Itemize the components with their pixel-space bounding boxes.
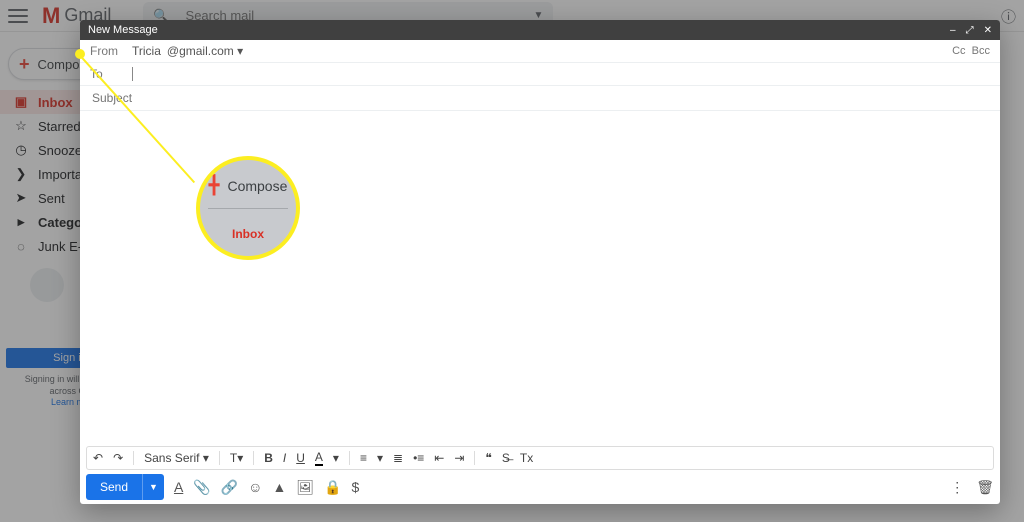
to-input[interactable] xyxy=(132,67,990,81)
subject-input[interactable] xyxy=(90,90,990,106)
indent-decrease-icon[interactable]: ⇤ xyxy=(434,451,444,465)
compose-title: New Message xyxy=(88,24,158,36)
text-color-icon[interactable]: A xyxy=(315,450,323,466)
redo-icon[interactable]: ↷ xyxy=(113,451,123,465)
undo-icon[interactable]: ↶ xyxy=(93,451,103,465)
align-icon[interactable]: ≡ xyxy=(360,451,367,465)
quote-icon[interactable]: ❝ xyxy=(485,451,491,465)
expand-icon[interactable]: ⤢ xyxy=(966,25,974,36)
font-family-select[interactable]: Sans Serif ▾ xyxy=(144,451,209,465)
send-bar: Send ▼ A 📎 🔗 ☺ ▲ 🖼 🔒 $ ⋮ 🗑 xyxy=(80,470,1000,504)
indent-increase-icon[interactable]: ⇥ xyxy=(454,451,464,465)
strikethrough-icon[interactable]: S̶ xyxy=(502,451,510,465)
attach-icon[interactable]: 📎 xyxy=(193,479,210,496)
numbered-list-icon[interactable]: ≣ xyxy=(393,451,403,465)
subject-row[interactable] xyxy=(80,86,1000,110)
drive-icon[interactable]: ▲ xyxy=(272,479,286,495)
close-icon[interactable]: ✕ xyxy=(984,25,992,36)
confidential-icon[interactable]: 🔒 xyxy=(324,479,341,496)
callout-anchor-dot xyxy=(75,49,85,59)
to-row[interactable]: To xyxy=(80,63,1000,86)
bold-icon[interactable]: B xyxy=(264,451,273,465)
photo-icon[interactable]: 🖼 xyxy=(296,479,314,496)
cc-link[interactable]: Cc xyxy=(952,45,965,57)
formatting-icon[interactable]: A xyxy=(174,479,183,495)
send-options-dropdown[interactable]: ▼ xyxy=(142,474,164,500)
emoji-icon[interactable]: ☺ xyxy=(248,479,262,495)
callout-zoom-circle: ╋ Compose Inbox xyxy=(196,156,300,260)
send-button[interactable]: Send ▼ xyxy=(86,474,164,500)
money-icon[interactable]: $ xyxy=(352,479,360,495)
from-row[interactable]: From Tricia @gmail.com ▾ Cc Bcc xyxy=(80,40,1000,63)
bulleted-list-icon[interactable]: •≡ xyxy=(413,451,424,465)
minimize-icon[interactable]: – xyxy=(950,25,956,36)
link-icon[interactable]: 🔗 xyxy=(221,479,238,496)
font-size-icon[interactable]: T▾ xyxy=(230,451,243,465)
compose-body[interactable] xyxy=(80,111,1000,446)
underline-icon[interactable]: U xyxy=(296,451,305,465)
formatting-toolbar: ↶ ↷ Sans Serif ▾ T▾ B I U A▾ ≡▾ ≣ •≡ ⇤ ⇥… xyxy=(86,446,994,470)
compose-titlebar[interactable]: New Message – ⤢ ✕ xyxy=(80,20,1000,40)
more-options-icon[interactable]: ⋮ xyxy=(950,479,964,496)
plus-icon: ╋ xyxy=(209,175,220,196)
discard-icon[interactable]: 🗑 xyxy=(976,479,994,496)
bcc-link[interactable]: Bcc xyxy=(972,45,990,57)
italic-icon[interactable]: I xyxy=(283,451,286,465)
compose-window: New Message – ⤢ ✕ From Tricia @gmail.com… xyxy=(80,20,1000,504)
clear-format-icon[interactable]: Tx xyxy=(520,451,533,465)
